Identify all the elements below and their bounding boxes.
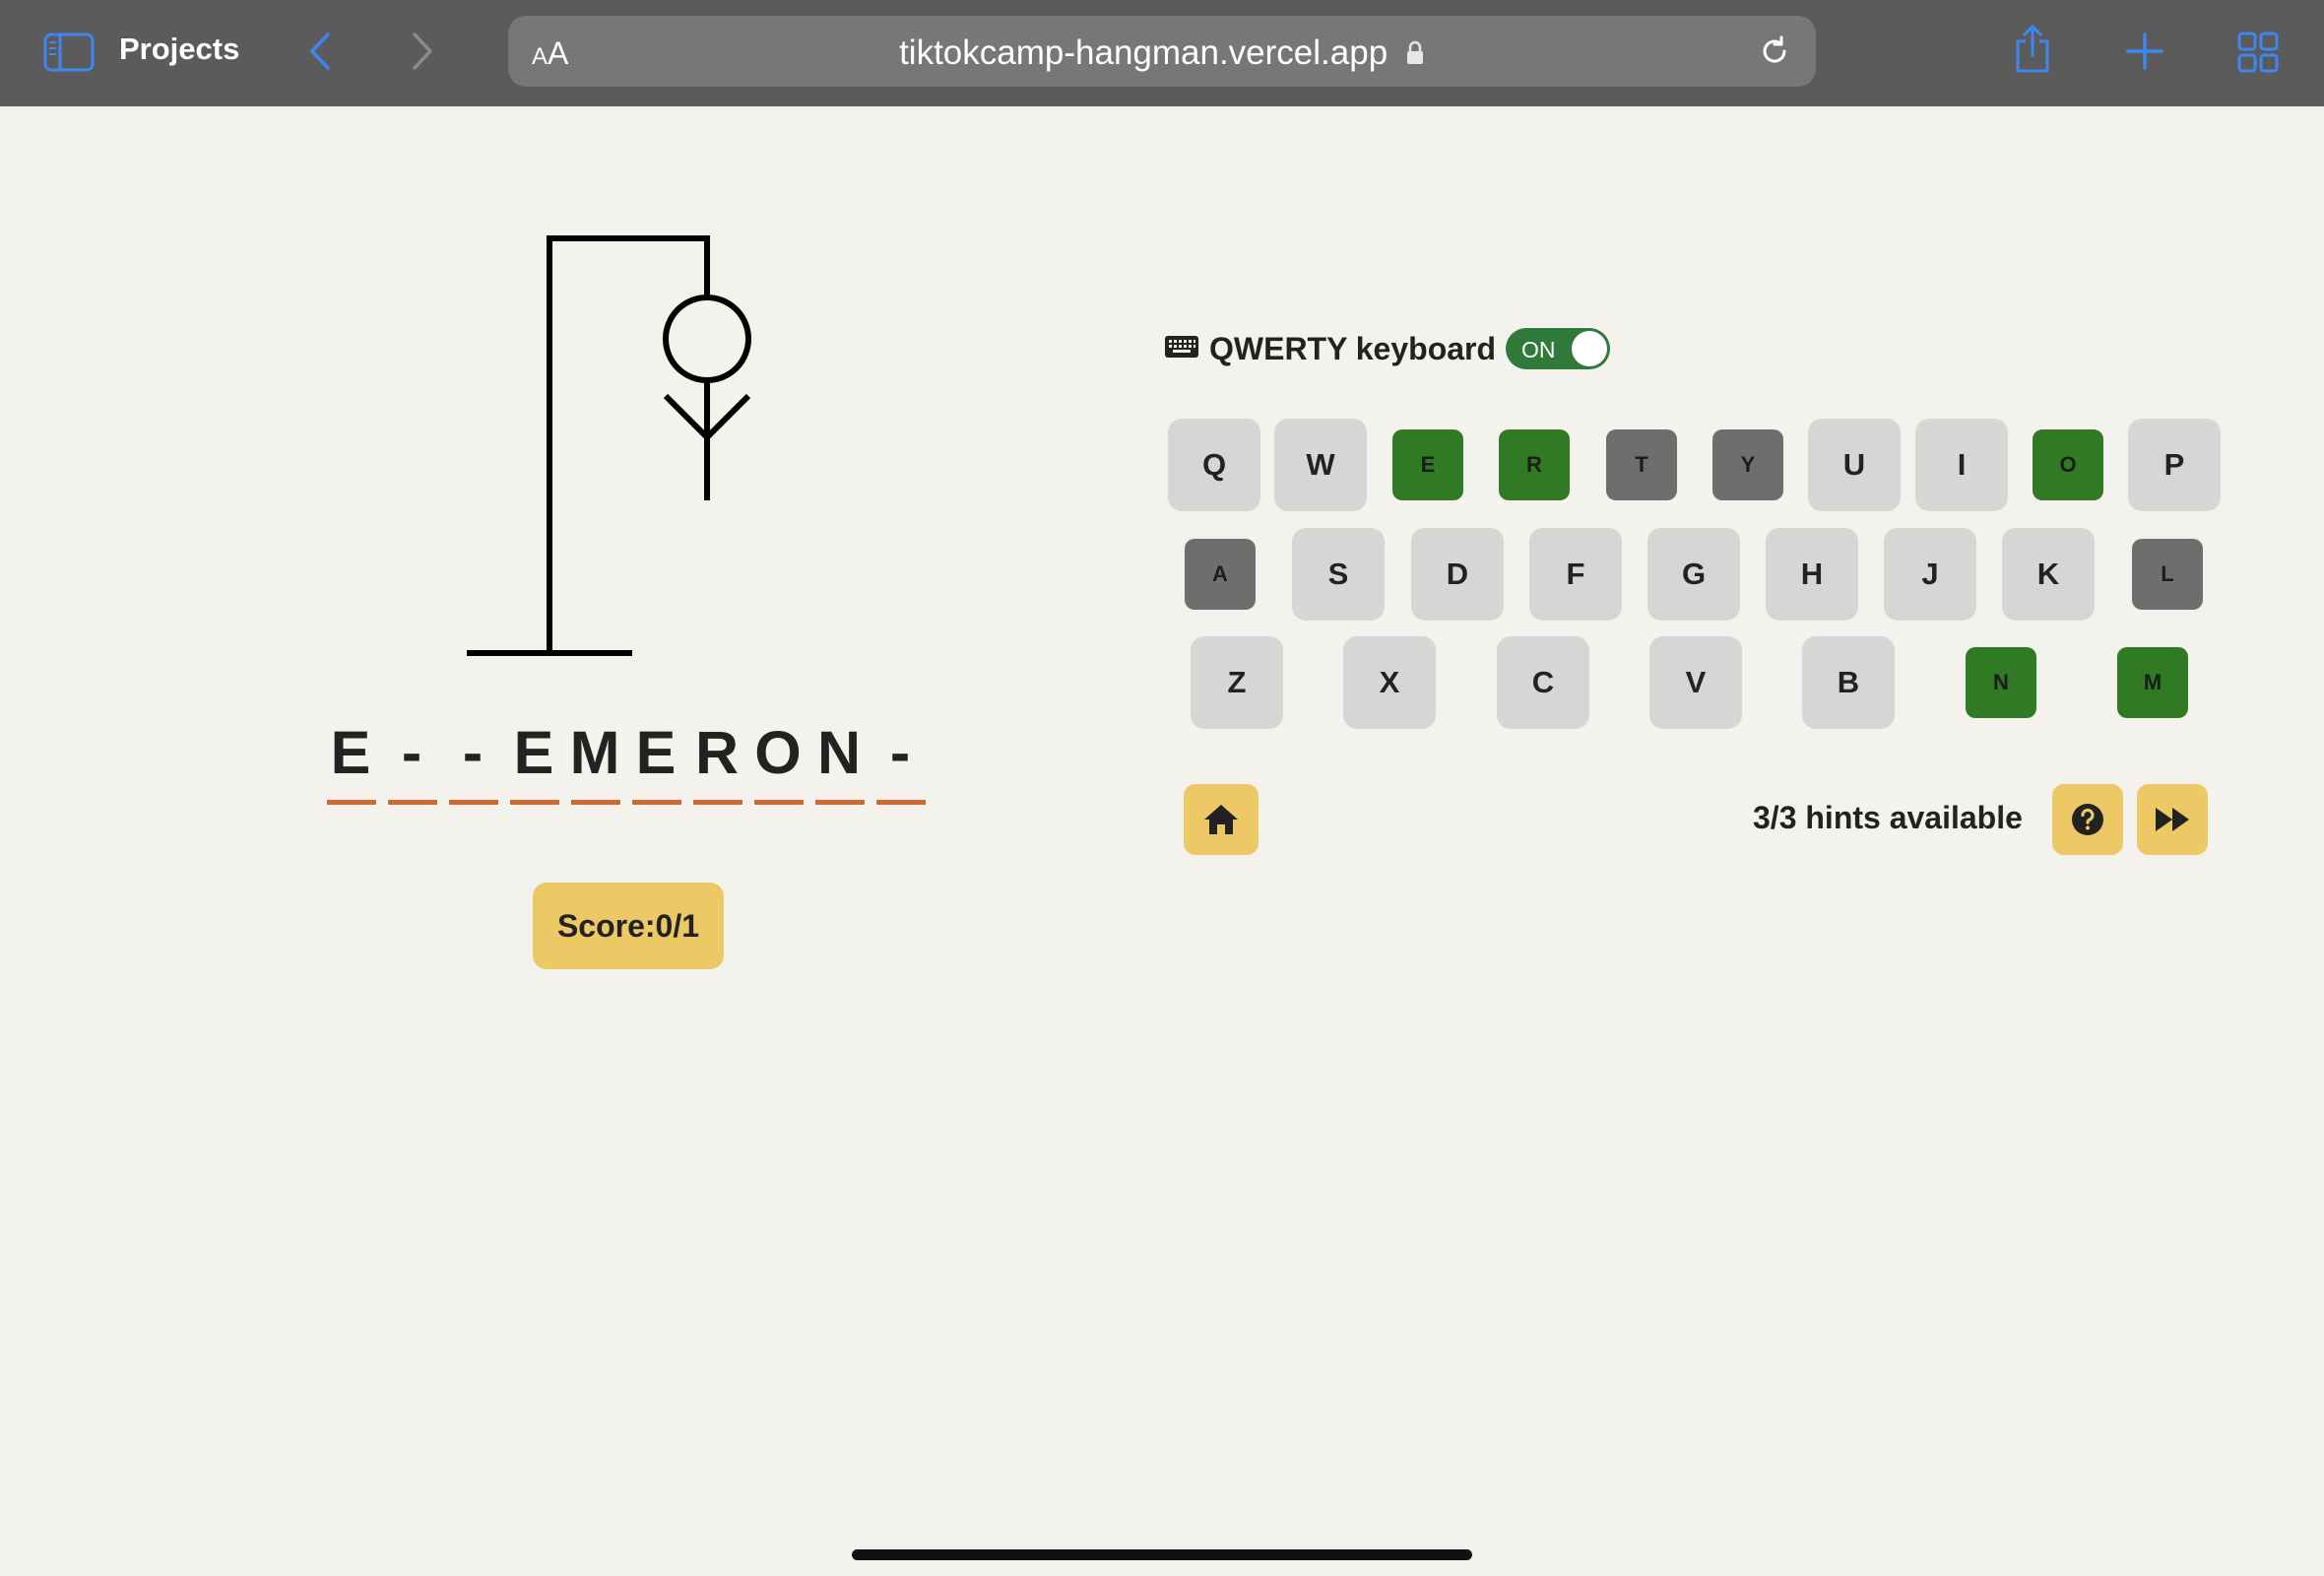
letter-slot: - [876,713,926,805]
url-text[interactable]: tiktokcamp-hangman.vercel.app [508,33,1816,75]
slot-underline [632,800,681,805]
slot-underline [876,800,926,805]
score-badge: Score:0/1 [533,883,724,969]
keyboard-mode-header: QWERTY keyboard ON [1164,327,1611,370]
tab-group-title[interactable]: Projects [119,32,239,67]
slot-letter: E [513,719,556,786]
hangman-left-arm [663,393,710,440]
new-tab-icon[interactable] [2125,32,2164,71]
browser-toolbar: Projects AA tiktokcamp-hangman.vercel.ap… [0,0,2324,106]
letter-slot: O [754,713,804,805]
key-h[interactable]: H [1766,528,1858,621]
qwerty-toggle[interactable]: ON [1506,328,1611,369]
letter-slot: - [388,713,437,805]
key-w[interactable]: W [1274,419,1367,511]
home-indicator [852,1549,1472,1560]
word-display: E--EMERON- [327,713,937,805]
hangman-drawing [463,227,758,675]
share-icon[interactable] [2013,24,2052,75]
key-a: A [1185,539,1256,610]
key-n: N [1966,647,2036,718]
slot-underline [510,800,559,805]
slot-letter: O [754,719,804,786]
toggle-knob [1572,331,1608,366]
key-d[interactable]: D [1411,528,1504,621]
letter-slot: R [693,713,742,805]
slot-letter: E [330,719,373,786]
key-j[interactable]: J [1884,528,1976,621]
key-q[interactable]: Q [1168,419,1260,511]
key-x[interactable]: X [1343,636,1436,729]
letter-slot: N [815,713,865,805]
key-u[interactable]: U [1808,419,1901,511]
keyboard-mode-label: QWERTY keyboard [1209,330,1497,366]
home-icon [1204,805,1238,834]
toggle-state-label: ON [1521,337,1556,362]
hints-available-text: 3/3 hints available [1753,800,2023,835]
key-y: Y [1712,429,1783,500]
keyboard-icon [1164,335,1199,363]
key-t: T [1606,429,1677,500]
slot-underline [388,800,437,805]
letter-slot: E [327,713,376,805]
key-e: E [1392,429,1463,500]
letter-slot: E [632,713,681,805]
hangman-right-arm [704,393,751,440]
hangman-head [663,295,751,383]
lock-icon [1405,35,1425,75]
home-button[interactable] [1184,784,1259,855]
slot-letter: E [635,719,678,786]
slot-letter: M [569,719,622,786]
skip-button[interactable] [2137,784,2208,855]
key-z[interactable]: Z [1191,636,1283,729]
slot-letter: N [816,719,864,786]
key-f[interactable]: F [1529,528,1622,621]
address-bar[interactable]: AA tiktokcamp-hangman.vercel.app [508,16,1816,87]
key-i[interactable]: I [1915,419,2008,511]
key-b[interactable]: B [1802,636,1895,729]
forward-icon[interactable] [408,30,437,73]
slot-letter: R [694,719,742,786]
sidebar-toggle-icon[interactable] [43,33,95,72]
letter-slot: - [449,713,498,805]
slot-letter: - [889,719,913,786]
question-circle-icon [2072,804,2103,835]
key-k[interactable]: K [2002,528,2095,621]
key-m: M [2117,647,2188,718]
hint-button[interactable] [2052,784,2123,855]
letter-slot: E [510,713,559,805]
gallows-frame [467,235,710,656]
key-c[interactable]: C [1497,636,1589,729]
slot-underline [693,800,742,805]
tab-overview-icon[interactable] [2237,32,2279,73]
letter-slot: M [569,713,622,805]
reload-icon[interactable] [1757,33,1792,69]
key-o: O [2033,429,2103,500]
key-s[interactable]: S [1292,528,1385,621]
slot-underline [754,800,804,805]
back-icon[interactable] [305,30,335,73]
fast-forward-icon [2156,808,2189,831]
slot-underline [815,800,865,805]
key-g[interactable]: G [1647,528,1740,621]
key-r: R [1499,429,1570,500]
slot-underline [449,800,498,805]
slot-letter: - [462,719,485,786]
key-v[interactable]: V [1649,636,1742,729]
slot-underline [571,800,620,805]
key-p[interactable]: P [2128,419,2221,511]
slot-underline [327,800,376,805]
slot-letter: - [401,719,424,786]
key-l: L [2132,539,2203,610]
